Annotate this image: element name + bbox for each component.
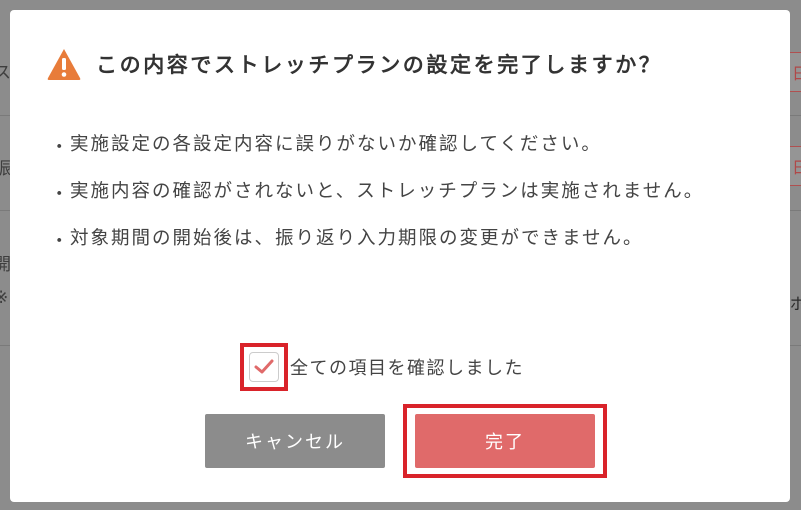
confirm-checkbox[interactable] <box>249 352 279 382</box>
confirm-dialog: この内容でストレッチプランの設定を完了しますか？ ・ 実施設定の各設定内容に誤り… <box>10 10 790 502</box>
bullet-marker: ・ <box>50 231 71 252</box>
notice-item: ・ 対象期間の開始後は、振り返り入力期限の変更ができません。 <box>50 219 760 264</box>
cancel-button[interactable]: キャンセル <box>205 414 385 468</box>
warning-triangle-icon <box>47 49 81 80</box>
done-button[interactable]: 完了 <box>415 414 595 468</box>
notice-item: ・ 実施内容の確認がされないと、ストレッチプランは実施されません。 <box>50 172 760 217</box>
notice-text: 対象期間の開始後は、振り返り入力期限の変更ができません。 <box>70 228 644 249</box>
dialog-title: この内容でストレッチプランの設定を完了しますか？ <box>96 53 663 77</box>
notice-text: 実施内容の確認がされないと、ストレッチプランは実施されません。 <box>70 181 705 202</box>
notice-list: ・ 実施設定の各設定内容に誤りがないか確認してください。 ・ 実施内容の確認がさ… <box>50 125 760 264</box>
confirm-row: 全ての項目を確認しました <box>240 343 524 391</box>
background-text: ボ <box>790 294 801 313</box>
confirm-label[interactable]: 全ての項目を確認しました <box>290 354 524 380</box>
dialog-header: この内容でストレッチプランの設定を完了しますか？ <box>46 46 662 82</box>
checkbox-highlight <box>240 343 288 391</box>
done-button-highlight: 完了 <box>403 404 607 478</box>
notice-item: ・ 実施設定の各設定内容に誤りがないか確認してください。 <box>50 125 760 170</box>
notice-text: 実施設定の各設定内容に誤りがないか確認してください。 <box>70 134 602 155</box>
bullet-marker: ・ <box>50 184 71 205</box>
background-text: ※ <box>0 288 8 308</box>
bullet-marker: ・ <box>50 137 71 158</box>
check-icon <box>254 359 274 374</box>
